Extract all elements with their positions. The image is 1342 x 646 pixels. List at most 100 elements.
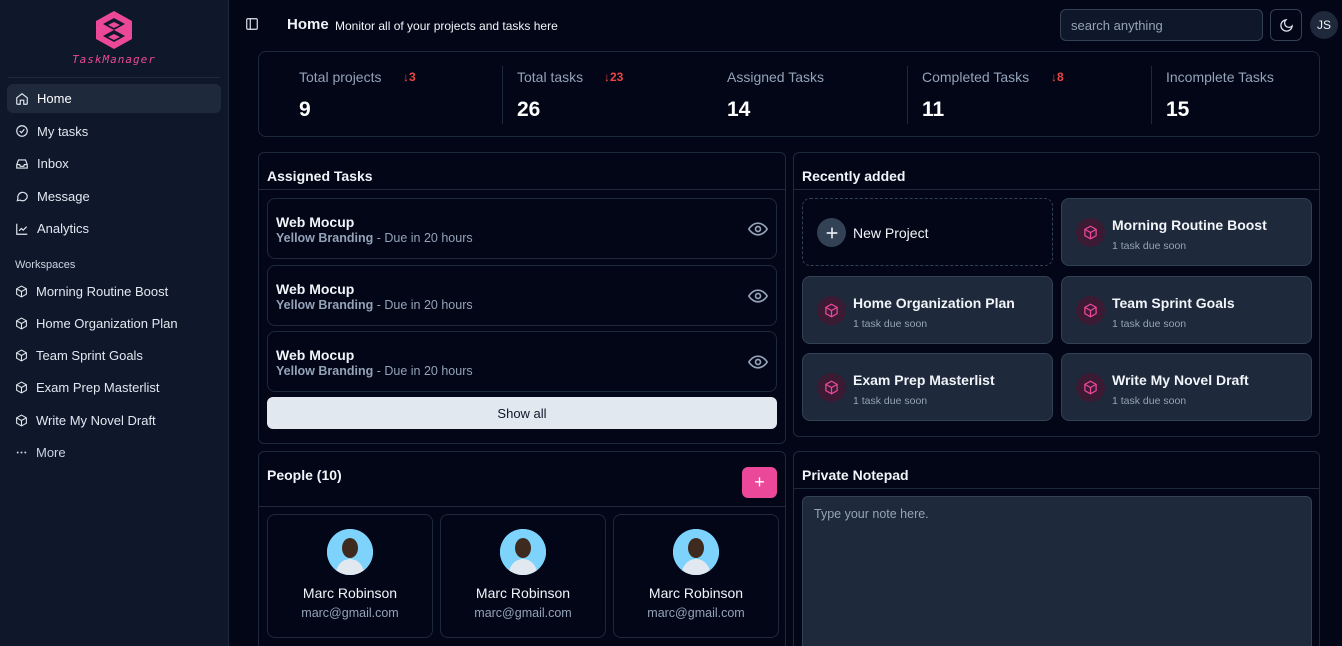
- box-icon: [16, 284, 27, 298]
- project-meta: 1 task due soon: [853, 395, 928, 407]
- more-label: More: [36, 444, 66, 460]
- task-item[interactable]: Web Mocup Yellow Branding - Due in 20 ho…: [267, 331, 777, 392]
- project-card[interactable]: Home Organization Plan 1 task due soon: [802, 276, 1053, 344]
- workspace-item[interactable]: Write My Novel Draft: [0, 406, 228, 435]
- stat-delta: ↓3: [403, 70, 416, 84]
- workspace-item[interactable]: Exam Prep Masterlist: [0, 373, 228, 402]
- project-meta: 1 task due soon: [1112, 395, 1187, 407]
- box-icon: [16, 381, 27, 394]
- person-name: Marc Robinson: [648, 585, 744, 601]
- person-card[interactable]: Marc Robinson marc@gmail.com: [613, 514, 779, 638]
- logo[interactable]: TaskManager: [8, 0, 220, 78]
- stat-delta: ↓23: [604, 70, 624, 84]
- nav-label: Analytics: [37, 221, 90, 236]
- project-name: Exam Prep Masterlist: [853, 372, 995, 388]
- nav-item-my-tasks[interactable]: My tasks: [7, 117, 221, 146]
- workspace-list: Morning Routine Boost Home Organization …: [0, 277, 228, 467]
- notepad-card: Private Notepad: [793, 451, 1320, 646]
- workspace-label: Exam Prep Masterlist: [36, 380, 160, 396]
- workspace-label: Team Sprint Goals: [36, 348, 143, 364]
- recently-added-title: Recently added: [794, 153, 1319, 190]
- workspace-label: Morning Routine Boost: [36, 283, 169, 299]
- task-name: Web Mocup: [276, 281, 355, 297]
- task-item[interactable]: Web Mocup Yellow Branding - Due in 20 ho…: [267, 265, 777, 326]
- project-card[interactable]: Team Sprint Goals 1 task due soon: [1061, 276, 1312, 344]
- chart-line-icon: [16, 223, 28, 235]
- box-icon: [1076, 296, 1105, 325]
- inbox-icon: [16, 158, 28, 169]
- task-meta: Yellow Branding - Due in 20 hours: [276, 231, 473, 245]
- more-button[interactable]: More: [0, 438, 228, 467]
- project-name: Write My Novel Draft: [1112, 372, 1249, 388]
- notepad-title: Private Notepad: [794, 452, 1319, 489]
- avatar: [327, 529, 373, 575]
- avatar: [500, 529, 546, 575]
- task-meta: Yellow Branding - Due in 20 hours: [276, 298, 473, 312]
- project-meta: 1 task due soon: [1112, 240, 1187, 252]
- page-title: Home: [287, 16, 329, 33]
- person-card[interactable]: Marc Robinson marc@gmail.com: [440, 514, 606, 638]
- box-icon: [817, 373, 846, 402]
- message-icon: [16, 191, 28, 202]
- search-input[interactable]: [1060, 9, 1263, 41]
- person-card[interactable]: Marc Robinson marc@gmail.com: [267, 514, 433, 638]
- task-due: - Due in 20 hours: [373, 231, 473, 245]
- nav-item-analytics[interactable]: Analytics: [7, 214, 221, 243]
- stat-label: Total tasks: [517, 69, 584, 85]
- person-email: marc@gmail.com: [301, 606, 399, 620]
- project-card[interactable]: Morning Routine Boost 1 task due soon: [1061, 198, 1312, 266]
- project-card[interactable]: Exam Prep Masterlist 1 task due soon: [802, 353, 1053, 421]
- people-card: People (10) + Marc Robinson marc@gmail.c…: [258, 451, 786, 646]
- person-name: Marc Robinson: [302, 585, 398, 601]
- nav-item-message[interactable]: Message: [7, 182, 221, 211]
- stats-bar: Total projects ↓3 9 Total tasks ↓23 26 A…: [258, 51, 1320, 137]
- theme-toggle-button[interactable]: [1270, 9, 1302, 41]
- workspace-item[interactable]: Home Organization Plan: [0, 309, 228, 338]
- people-title: People (10): [259, 452, 785, 507]
- box-icon: [1076, 373, 1105, 402]
- notepad-input[interactable]: [802, 496, 1312, 646]
- show-all-button[interactable]: Show all: [267, 397, 777, 429]
- task-item[interactable]: Web Mocup Yellow Branding - Due in 20 ho…: [267, 198, 777, 259]
- stat-value: 14: [727, 98, 751, 121]
- sidebar-toggle-icon[interactable]: [245, 17, 259, 31]
- recently-added-card: Recently added New Project Morning Routi…: [793, 152, 1320, 437]
- divider: [502, 66, 503, 124]
- stat-label: Incomplete Tasks: [1166, 69, 1274, 85]
- project-meta: 1 task due soon: [853, 318, 928, 330]
- stat-delta: ↓8: [1051, 70, 1064, 84]
- home-icon: [16, 92, 28, 105]
- workspace-item[interactable]: Morning Routine Boost: [0, 277, 228, 306]
- eye-icon[interactable]: [748, 288, 768, 304]
- divider: [907, 66, 908, 124]
- eye-icon[interactable]: [748, 221, 768, 237]
- project-name: Team Sprint Goals: [1112, 295, 1235, 311]
- logo-icon: [96, 11, 132, 49]
- avatar: [673, 529, 719, 575]
- nav-item-home[interactable]: Home: [7, 84, 221, 113]
- user-avatar[interactable]: JS: [1310, 11, 1338, 39]
- task-project: Yellow Branding: [276, 364, 374, 378]
- new-project-button[interactable]: New Project: [802, 198, 1053, 266]
- workspace-item[interactable]: Team Sprint Goals: [0, 341, 228, 370]
- add-person-button[interactable]: +: [742, 467, 777, 498]
- task-meta: Yellow Branding - Due in 20 hours: [276, 364, 473, 378]
- eye-icon[interactable]: [748, 354, 768, 370]
- workspace-label: Write My Novel Draft: [36, 412, 156, 428]
- box-icon: [16, 414, 27, 427]
- stat-value: 9: [299, 98, 311, 121]
- sidebar: TaskManager Home My tasks Inbox Message …: [0, 0, 229, 646]
- box-icon: [16, 349, 27, 362]
- new-project-label: New Project: [853, 225, 929, 241]
- nav-label: Home: [37, 91, 72, 106]
- nav-item-inbox[interactable]: Inbox: [7, 149, 221, 178]
- topbar: Home Monitor all of your projects and ta…: [229, 0, 1342, 50]
- project-meta: 1 task due soon: [1112, 318, 1187, 330]
- project-card[interactable]: Write My Novel Draft 1 task due soon: [1061, 353, 1312, 421]
- project-name: Home Organization Plan: [853, 295, 1015, 311]
- ellipsis-icon: [16, 451, 27, 454]
- assigned-tasks-title: Assigned Tasks: [259, 153, 785, 190]
- task-due: - Due in 20 hours: [373, 364, 473, 378]
- divider: [1151, 66, 1152, 124]
- task-name: Web Mocup: [276, 214, 355, 230]
